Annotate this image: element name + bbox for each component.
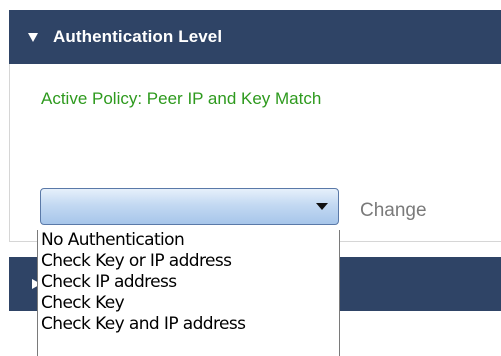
dropdown-option-check-ip[interactable]: Check IP address — [38, 272, 339, 293]
panel-title: Authentication Level — [53, 27, 223, 46]
dropdown-option-no-authentication[interactable]: No Authentication — [38, 230, 339, 251]
active-policy-text: Active Policy: Peer IP and Key Match — [41, 89, 322, 108]
dropdown-option-check-key[interactable]: Check Key — [38, 293, 339, 314]
change-button[interactable]: Change — [360, 200, 427, 222]
dropdown-option-check-key-or-ip[interactable]: Check Key or IP address — [38, 251, 339, 272]
dropdown-arrow-icon[interactable] — [316, 203, 328, 210]
authentication-level-select[interactable] — [40, 188, 339, 225]
dropdown-option-check-key-and-ip[interactable]: Check Key and IP address — [38, 314, 339, 335]
collapse-triangle-icon — [28, 33, 38, 42]
authentication-settings-page: Authentication Level Active Policy: Peer… — [0, 0, 501, 356]
authentication-level-header[interactable]: Authentication Level — [9, 10, 501, 64]
authentication-options-list[interactable]: No Authentication Check Key or IP addres… — [37, 230, 340, 356]
